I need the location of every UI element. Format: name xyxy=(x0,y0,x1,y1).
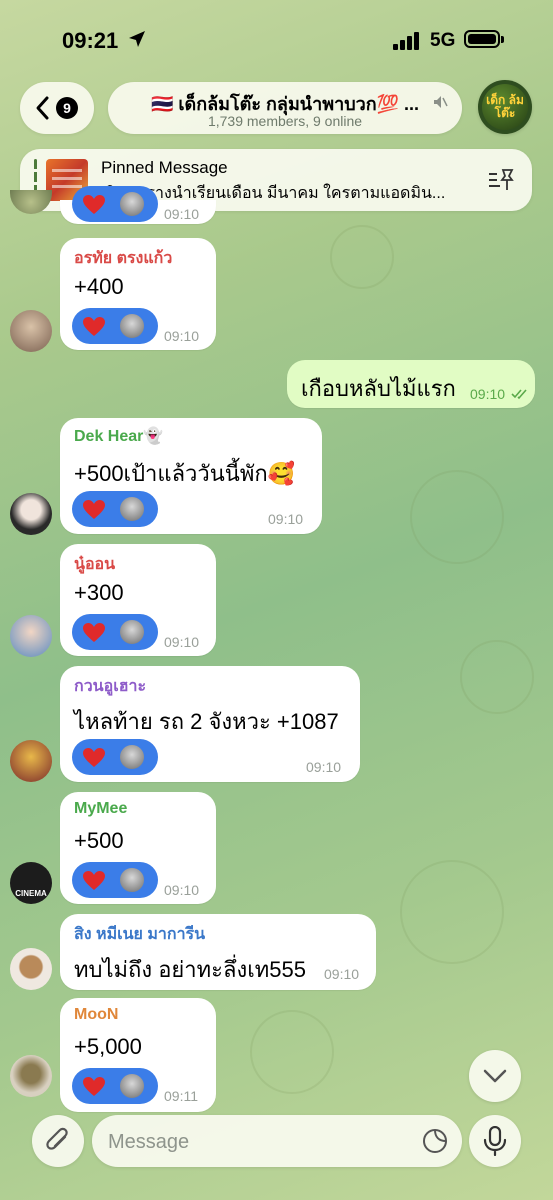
sender-name: นู๋ออน xyxy=(74,556,116,573)
message-bubble[interactable]: MyMee +500 09:10 xyxy=(60,792,216,904)
back-button[interactable]: 9 xyxy=(20,82,94,134)
message-bubble[interactable]: 09:10 xyxy=(60,186,216,224)
message-input[interactable] xyxy=(106,1115,410,1169)
message-time: 09:10 xyxy=(164,634,200,650)
avatar[interactable] xyxy=(10,310,52,352)
reaction-avatar xyxy=(118,312,146,340)
wallpaper-doodle xyxy=(460,640,534,714)
heart-icon xyxy=(83,195,105,214)
heart-icon xyxy=(83,317,105,336)
message-bubble[interactable]: อรทัย ตรงแก้ว +400 09:10 xyxy=(60,238,216,350)
message-time: 09:10 xyxy=(470,386,506,402)
message-time: 09:10 xyxy=(164,882,200,898)
message-time: 09:10 xyxy=(164,328,200,344)
double-check-icon xyxy=(511,389,527,400)
unread-count-badge: 9 xyxy=(56,97,78,119)
message-time: 09:10 xyxy=(324,966,360,982)
avatar[interactable] xyxy=(10,1055,52,1097)
pin-list-icon[interactable] xyxy=(488,168,514,192)
microphone-icon xyxy=(483,1126,507,1156)
message-text: +400 xyxy=(74,274,124,299)
message-text: +500 xyxy=(74,828,124,853)
sender-name: อรทัย ตรงแก้ว xyxy=(74,250,173,267)
reaction-avatar xyxy=(118,618,146,646)
wallpaper-doodle xyxy=(250,1010,334,1094)
scroll-to-bottom-button[interactable] xyxy=(469,1050,521,1102)
message-text: +300 xyxy=(74,580,124,605)
reaction-avatar xyxy=(118,495,146,523)
message-time: 09:11 xyxy=(164,1088,198,1104)
reaction-pill[interactable] xyxy=(72,186,158,222)
message-time: 09:10 xyxy=(164,206,200,222)
reaction-pill[interactable] xyxy=(72,739,158,775)
message-time: 09:10 xyxy=(306,759,342,775)
reaction-avatar xyxy=(118,743,146,771)
outgoing-message-bubble[interactable]: เกือบหลับไม้แรก 09:10 xyxy=(287,360,535,408)
group-avatar-text: เด็ก ล้มโต๊ะ xyxy=(486,93,524,120)
message-text: เกือบหลับไม้แรก xyxy=(301,376,456,401)
back-chevron-icon xyxy=(36,96,49,120)
reaction-avatar xyxy=(118,1072,146,1100)
sender-name: สิง หมีเนย มาการีน xyxy=(74,926,206,943)
paperclip-icon xyxy=(46,1127,68,1150)
reaction-avatar xyxy=(118,866,146,894)
message-text: ทบไม่ถึง อย่าทะลึ่งเท555 xyxy=(74,957,306,982)
chat-header[interactable]: 🇹🇭 เด็กล้มโต๊ะ กลุ่มนำพาบวก💯 ... 1,739 m… xyxy=(108,82,462,134)
sender-name: กวนอูเฮาะ xyxy=(74,678,147,695)
reaction-pill[interactable] xyxy=(72,614,158,650)
message-bubble[interactable]: นู๋ออน +300 09:10 xyxy=(60,544,216,656)
network-type: 5G xyxy=(430,30,456,51)
sticker-icon[interactable] xyxy=(422,1128,448,1154)
message-bubble[interactable]: กวนอูเฮาะ ไหลท้าย รถ 2 จังหวะ +1087 09:1… xyxy=(60,666,360,782)
avatar[interactable] xyxy=(10,740,52,782)
sender-name: MyMee xyxy=(74,800,128,817)
signal-icon xyxy=(393,32,423,50)
wallpaper-doodle xyxy=(400,860,504,964)
message-text: +500เป้าแล้ววันนี้พัก🥰 xyxy=(74,461,296,486)
status-bar: 09:21 5G xyxy=(0,0,553,80)
heart-icon xyxy=(83,1077,105,1096)
message-input-box[interactable] xyxy=(92,1115,462,1169)
avatar[interactable]: CINEMA xyxy=(10,862,52,904)
message-text: ไหลท้าย รถ 2 จังหวะ +1087 xyxy=(74,709,339,734)
reaction-pill[interactable] xyxy=(72,862,158,898)
chevron-down-icon xyxy=(483,1069,507,1083)
message-time: 09:10 xyxy=(268,511,304,527)
message-bubble[interactable]: MooN +5,000 09:11 xyxy=(60,998,216,1112)
avatar[interactable] xyxy=(10,493,52,535)
reaction-pill[interactable] xyxy=(72,1068,158,1104)
sender-name: Dek Hear👻 xyxy=(74,428,164,445)
heart-icon xyxy=(83,500,105,519)
reaction-avatar xyxy=(118,190,146,218)
wallpaper-doodle xyxy=(330,225,394,289)
voice-record-button[interactable] xyxy=(469,1115,521,1167)
battery-icon xyxy=(464,30,504,48)
reaction-pill[interactable] xyxy=(72,491,158,527)
mute-icon xyxy=(434,96,448,108)
group-avatar[interactable]: เด็ก ล้มโต๊ะ xyxy=(478,80,532,134)
status-time: 09:21 xyxy=(62,28,119,53)
message-text: +5,000 xyxy=(74,1034,142,1059)
sender-name: MooN xyxy=(74,1006,119,1023)
wallpaper-doodle xyxy=(410,470,504,564)
location-arrow-icon xyxy=(129,31,145,47)
reaction-pill[interactable] xyxy=(72,308,158,344)
avatar[interactable] xyxy=(10,948,52,990)
heart-icon xyxy=(83,748,105,767)
heart-icon xyxy=(83,871,105,890)
attach-button[interactable] xyxy=(32,1115,84,1167)
message-bubble[interactable]: สิง หมีเนย มาการีน ทบไม่ถึง อย่าทะลึ่งเท… xyxy=(60,914,376,990)
heart-icon xyxy=(83,623,105,642)
avatar-label: CINEMA xyxy=(15,889,47,898)
pinned-label: Pinned Message xyxy=(101,158,228,177)
avatar[interactable] xyxy=(10,615,52,657)
message-bubble[interactable]: Dek Hear👻 +500เป้าแล้ววันนี้พัก🥰 09:10 xyxy=(60,418,322,534)
chat-subtitle: 1,739 members, 9 online xyxy=(207,113,363,129)
